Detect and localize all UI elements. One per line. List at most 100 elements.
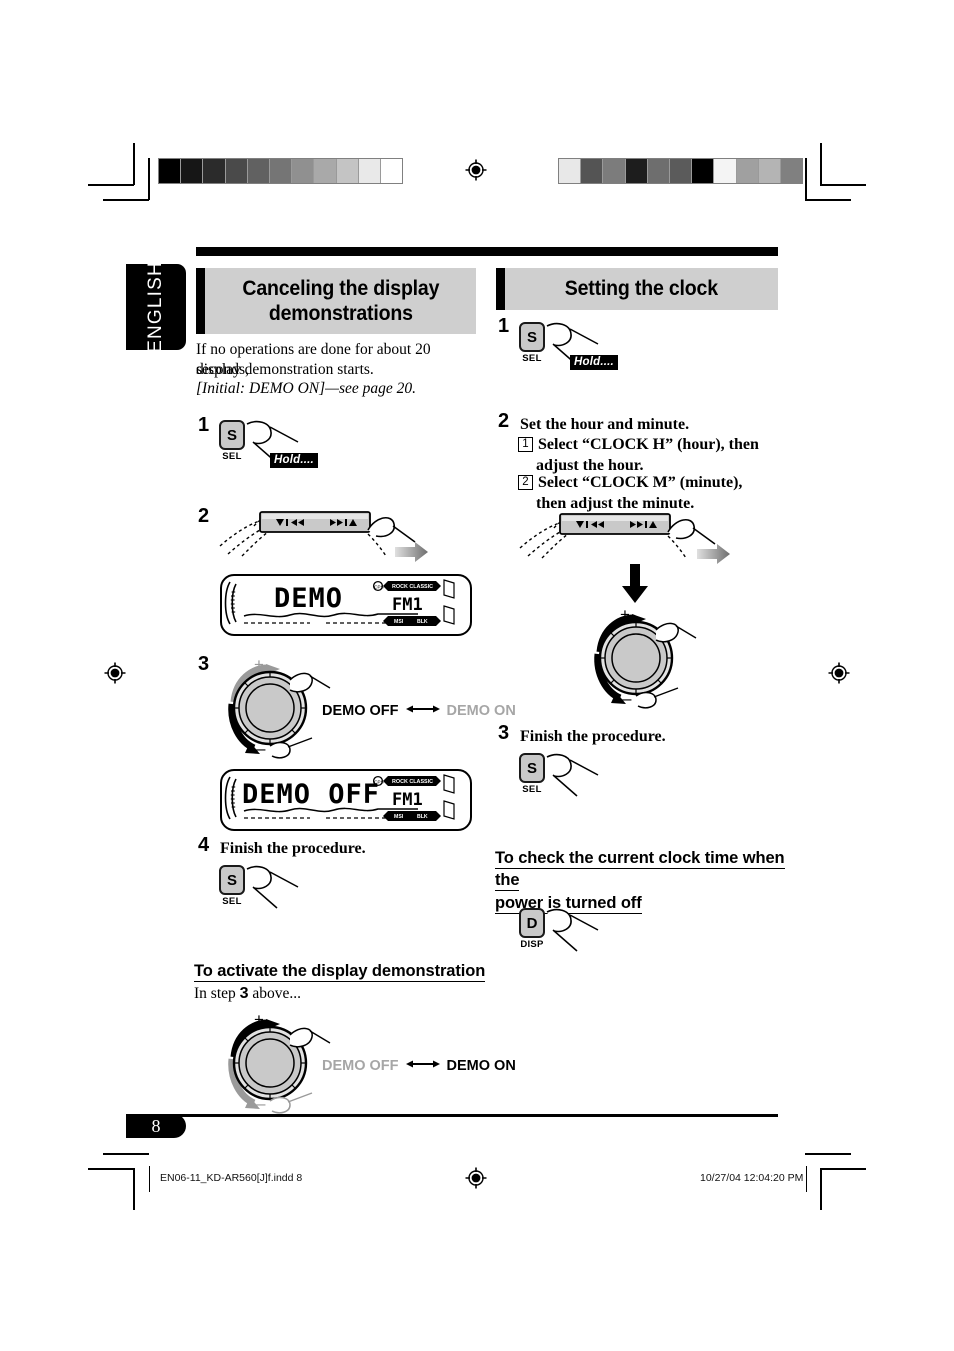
svg-text:DEMO: DEMO bbox=[274, 583, 343, 614]
crop-mark-tr-h2 bbox=[805, 199, 851, 201]
right-subsection-heading: To check the current clock time when the… bbox=[495, 847, 785, 914]
lead-prefix: In step bbox=[194, 985, 240, 1002]
svg-text:FM1: FM1 bbox=[392, 595, 423, 615]
crop-mark-tl-h bbox=[88, 184, 134, 186]
svg-text:DEMO OFF: DEMO OFF bbox=[242, 779, 380, 810]
left-step-3-rotary-knob[interactable]: + – bbox=[212, 650, 332, 765]
toggle-label-left: DEMO OFF bbox=[322, 1058, 399, 1074]
registration-mark-bottom bbox=[465, 1167, 487, 1189]
toggle-arrow-icon bbox=[405, 1058, 440, 1074]
substep-line1: Select “CLOCK H” (hour), then bbox=[538, 436, 759, 453]
registration-mark-left bbox=[104, 662, 126, 684]
right-step-2-arrow-icon bbox=[697, 544, 731, 569]
left-header-accent-bar bbox=[196, 268, 205, 334]
left-subsection-heading: To activate the display demonstration bbox=[194, 962, 486, 982]
registration-mark-top bbox=[465, 159, 487, 181]
crop-mark-tr-v bbox=[820, 143, 822, 185]
right-step-3-finger-icon bbox=[543, 751, 603, 808]
right-step-1-hold-label: Hold.... bbox=[570, 355, 618, 370]
svg-text:–: – bbox=[622, 689, 632, 708]
svg-text:MSI: MSI bbox=[394, 619, 404, 625]
registration-mark-right bbox=[828, 662, 850, 684]
crop-mark-bl-h2 bbox=[103, 1153, 149, 1155]
disp-button-cap: D bbox=[519, 908, 545, 938]
page-number-badge: 8 bbox=[126, 1114, 186, 1138]
svg-text:–: – bbox=[256, 1094, 266, 1113]
footer-rule-right bbox=[806, 1166, 807, 1192]
crop-mark-tl-h2 bbox=[103, 199, 149, 201]
svg-text:BLK: BLK bbox=[417, 619, 428, 625]
svg-text:–: – bbox=[256, 739, 266, 758]
right-step-2-rotary-knob[interactable]: + – bbox=[578, 600, 698, 715]
substep-marker: 1 bbox=[518, 437, 533, 452]
page-number-label: 8 bbox=[151, 1115, 161, 1136]
sel-button-cap: S bbox=[219, 420, 245, 450]
svg-text:CPS: CPS bbox=[374, 779, 383, 784]
right-step-3-number: 3 bbox=[498, 722, 510, 744]
crop-mark-br-v bbox=[820, 1168, 822, 1210]
left-step-4-text: Finish the procedure. bbox=[220, 840, 366, 857]
crop-mark-tl-v bbox=[133, 143, 135, 185]
substep-marker: 2 bbox=[518, 475, 533, 490]
crop-mark-bl-v bbox=[133, 1168, 135, 1210]
sel-button-cap: S bbox=[519, 322, 545, 352]
crop-mark-br-h bbox=[820, 1168, 866, 1170]
language-tab-label: ENGLISH bbox=[145, 261, 167, 353]
crop-mark-bl-h bbox=[88, 1168, 134, 1170]
language-tab: ENGLISH bbox=[126, 261, 186, 353]
right-step-3-text: Finish the procedure. bbox=[520, 728, 666, 745]
sel-button-cap: S bbox=[519, 753, 545, 783]
left-heading-line2: demonstrations bbox=[268, 302, 413, 325]
toggle-arrow-icon bbox=[405, 703, 440, 719]
left-step-4-finger-icon bbox=[243, 863, 303, 920]
crop-mark-tr-v2 bbox=[805, 158, 807, 200]
bottom-rule bbox=[126, 1114, 778, 1117]
lcd-display-demo-off: DEMO OFF CPS ROCK CLASSIC FM1 MSI BLK bbox=[220, 769, 472, 831]
svg-text:BLK: BLK bbox=[417, 814, 428, 820]
top-rule bbox=[196, 247, 778, 256]
left-step-1-number: 1 bbox=[198, 414, 210, 436]
left-section-header: Canceling the display demonstrations bbox=[196, 268, 476, 334]
svg-text:ROCK CLASSIC: ROCK CLASSIC bbox=[392, 584, 433, 590]
toggle-label-right: DEMO ON bbox=[446, 703, 516, 719]
lead-number: 3 bbox=[239, 985, 249, 1002]
calibration-bar-left bbox=[158, 158, 403, 184]
right-heading: Setting the clock bbox=[564, 277, 719, 301]
right-subsection-finger-icon bbox=[543, 906, 603, 963]
left-step-3-toggle: DEMO OFF DEMO ON bbox=[322, 703, 516, 719]
footer-timestamp: 10/27/04 12:04:20 PM bbox=[700, 1172, 804, 1184]
left-step-2-arrow-icon bbox=[395, 542, 429, 567]
right-step-2-text: Set the hour and minute. bbox=[520, 416, 690, 433]
left-step-3-number: 3 bbox=[198, 653, 210, 675]
right-step-2-substep-2: 2 Select “CLOCK M” (minute), then adjust … bbox=[518, 472, 778, 515]
right-step-2-number: 2 bbox=[498, 410, 510, 432]
footer-filename: EN06-11_KD-AR560[J]f.indd 8 bbox=[160, 1172, 303, 1184]
left-intro-line2: display demonstration starts. bbox=[196, 361, 374, 378]
left-step-2-number: 2 bbox=[198, 505, 210, 527]
left-heading-line1: Canceling the display bbox=[242, 276, 439, 300]
right-header-accent-bar bbox=[496, 268, 505, 310]
calibration-bar-right bbox=[558, 158, 803, 184]
lead-suffix: above... bbox=[248, 985, 302, 1002]
left-subsection-lead: In step 3 above... bbox=[194, 985, 301, 1003]
crop-mark-br-h2 bbox=[805, 1153, 851, 1155]
crop-mark-tr-h bbox=[820, 184, 866, 186]
svg-text:FM1: FM1 bbox=[392, 790, 423, 810]
svg-text:MSI: MSI bbox=[394, 814, 404, 820]
substep-line1: Select “CLOCK M” (minute), bbox=[538, 474, 743, 491]
toggle-label-right: DEMO ON bbox=[446, 1058, 516, 1074]
footer-rule-left bbox=[149, 1166, 150, 1192]
right-step-1-number: 1 bbox=[498, 315, 510, 337]
lcd-display-demo: DEMO CPS ROCK CLASSIC FM1 MSI BLK bbox=[220, 574, 472, 636]
left-step-4-number: 4 bbox=[198, 834, 210, 856]
sel-button-cap: S bbox=[219, 865, 245, 895]
right-section-header: Setting the clock bbox=[496, 268, 778, 310]
right-subsection-heading-line1: To check the current clock time when the bbox=[495, 849, 785, 892]
left-step-1-hold-label: Hold.... bbox=[270, 453, 318, 468]
left-intro-italic: [Initial: DEMO ON]—see page 20. bbox=[196, 380, 416, 397]
svg-text:CPS: CPS bbox=[374, 584, 383, 589]
toggle-label-left: DEMO OFF bbox=[322, 703, 399, 719]
left-subsection-rotary-knob[interactable]: + – bbox=[212, 1005, 332, 1120]
right-step-2-substep-1: 1 Select “CLOCK H” (hour), then adjust th… bbox=[518, 434, 778, 477]
svg-text:ROCK CLASSIC: ROCK CLASSIC bbox=[392, 779, 433, 785]
